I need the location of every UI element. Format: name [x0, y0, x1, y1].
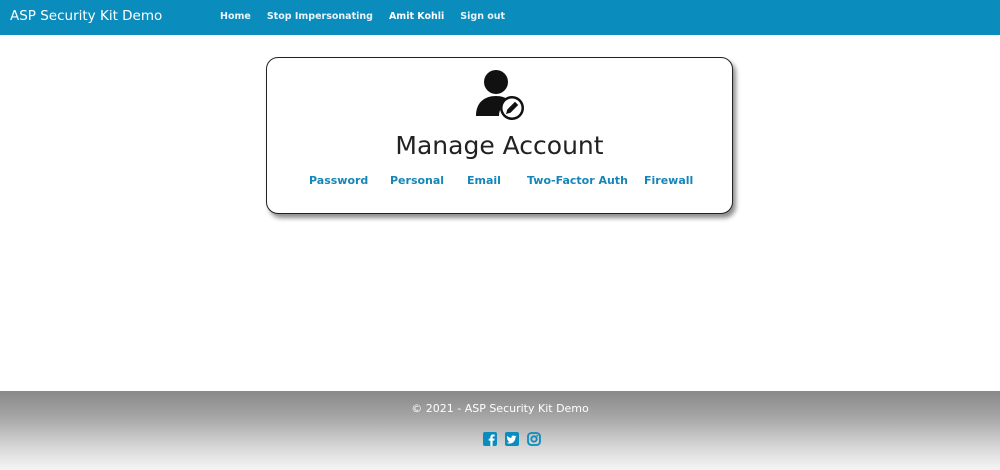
page-title: Manage Account: [395, 131, 604, 160]
top-navbar: ASP Security Kit Demo Home Stop Imperson…: [0, 0, 1000, 35]
brand-link[interactable]: ASP Security Kit Demo: [10, 8, 162, 24]
password-link[interactable]: Password: [309, 174, 368, 187]
social-links: [483, 431, 541, 446]
copyright-text: © 2021 - ASP Security Kit Demo: [411, 402, 589, 415]
twitter-icon[interactable]: [505, 431, 519, 446]
user-edit-icon: [476, 70, 524, 120]
nav-sign-out-link[interactable]: Sign out: [460, 11, 505, 22]
facebook-icon[interactable]: [483, 431, 497, 446]
footer: © 2021 - ASP Security Kit Demo: [0, 391, 1000, 470]
instagram-icon[interactable]: [527, 431, 541, 446]
personal-link[interactable]: Personal: [390, 174, 444, 187]
two-factor-auth-link[interactable]: Two-Factor Auth: [527, 174, 628, 187]
nav-home-link[interactable]: Home: [220, 11, 251, 22]
email-link[interactable]: Email: [467, 174, 501, 187]
nav-user-name-link[interactable]: Amit Kohli: [389, 11, 444, 22]
nav-stop-impersonating-link[interactable]: Stop Impersonating: [267, 11, 373, 22]
firewall-link[interactable]: Firewall: [644, 174, 693, 187]
manage-account-card: Manage Account Password Personal Email T…: [266, 57, 733, 214]
main-nav: Home Stop Impersonating Amit Kohli Sign …: [220, 11, 521, 22]
